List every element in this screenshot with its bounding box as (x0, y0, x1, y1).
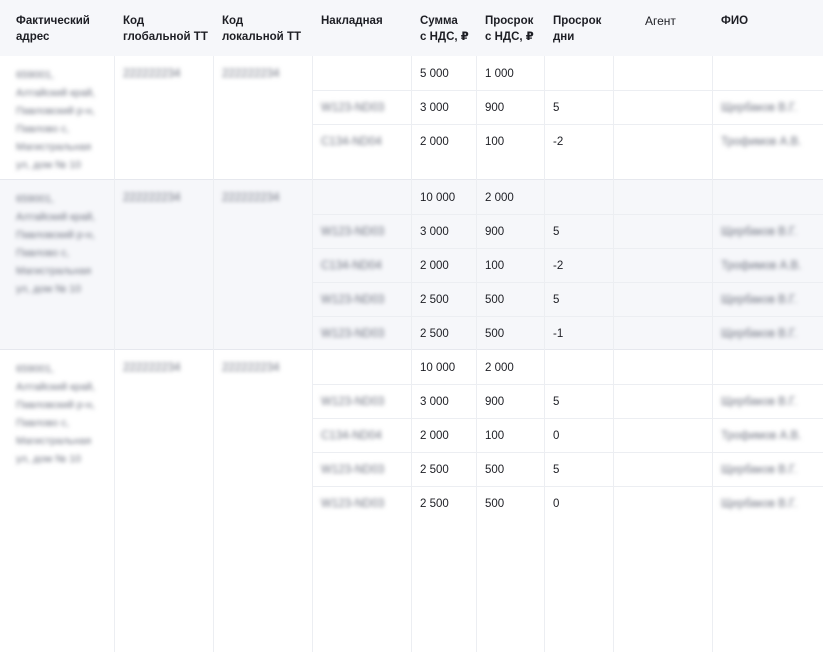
column-header-address[interactable]: Фактический адрес (16, 13, 90, 45)
global-code-cell: 222222234 (123, 362, 181, 374)
overdue-days-cell: 0 (553, 498, 560, 510)
row-divider (313, 418, 823, 419)
column-divider (712, 56, 713, 652)
overdue-cell: 100 (485, 136, 505, 148)
overdue-days-cell: 5 (553, 396, 560, 408)
sum-cell: 2 500 (420, 498, 449, 510)
row-divider (313, 214, 823, 215)
fio-cell: Щербаков В.Г. (721, 294, 798, 306)
column-header-local-code[interactable]: Код локальной ТТ (222, 13, 301, 45)
row-divider (313, 486, 823, 487)
fio-cell: Щербаков В.Г. (721, 464, 798, 476)
row-divider (313, 248, 823, 249)
sum-cell: 3 000 (420, 226, 449, 238)
invoice-cell: W123-ND03 (321, 328, 385, 340)
global-code-cell: 222222234 (123, 68, 181, 80)
overdue-days-cell: 0 (553, 430, 560, 442)
overdue-cell: 2 000 (485, 192, 514, 204)
sum-cell: 2 000 (420, 430, 449, 442)
invoice-cell: W123-ND03 (321, 396, 385, 408)
column-divider (312, 56, 313, 652)
invoice-cell: C134-ND04 (321, 430, 382, 442)
sum-cell: 10 000 (420, 192, 456, 204)
invoice-cell: W123-ND03 (321, 102, 385, 114)
overdue-cell: 100 (485, 260, 505, 272)
column-header-overdue-vat[interactable]: Просрок с НДС, ₽ (485, 13, 534, 45)
column-header-invoice[interactable]: Накладная (321, 13, 383, 29)
fio-cell: Трофимов А.В. (721, 430, 802, 442)
column-header-fio[interactable]: ФИО (721, 13, 748, 29)
column-divider (411, 56, 412, 652)
overdue-days-cell: -2 (553, 260, 564, 272)
overdue-cell: 100 (485, 430, 505, 442)
column-header-sum-vat[interactable]: Сумма с НДС, ₽ (420, 13, 469, 45)
local-code-cell: 222222234 (222, 192, 280, 204)
address-cell: 659001, Алтайский край, Павловский р-н, … (16, 193, 96, 295)
invoice-cell: C134-ND04 (321, 136, 382, 148)
row-divider (313, 90, 823, 91)
overdue-cell: 900 (485, 226, 505, 238)
sum-cell: 2 500 (420, 294, 449, 306)
overdue-table: Фактический адрес Код глобальной ТТ Код ло… (0, 0, 823, 652)
overdue-cell: 500 (485, 498, 505, 510)
overdue-cell: 2 000 (485, 362, 514, 374)
overdue-days-cell: 5 (553, 294, 560, 306)
row-divider (313, 384, 823, 385)
invoice-cell: W123-ND03 (321, 464, 385, 476)
column-header-global-code[interactable]: Код глобальной ТТ (123, 13, 208, 45)
column-divider (476, 56, 477, 652)
invoice-cell: W123-ND03 (321, 498, 385, 510)
global-code-cell: 222222234 (123, 192, 181, 204)
overdue-cell: 500 (485, 464, 505, 476)
fio-cell: Щербаков В.Г. (721, 102, 798, 114)
sum-cell: 2 000 (420, 260, 449, 272)
row-divider (313, 282, 823, 283)
sum-cell: 10 000 (420, 362, 456, 374)
fio-cell: Щербаков В.Г. (721, 498, 798, 510)
column-header-agent[interactable]: Агент (645, 13, 676, 29)
fio-cell: Трофимов А.В. (721, 260, 802, 272)
overdue-cell: 1 000 (485, 68, 514, 80)
overdue-days-cell: 5 (553, 226, 560, 238)
sum-cell: 2 500 (420, 328, 449, 340)
overdue-cell: 500 (485, 328, 505, 340)
overdue-cell: 900 (485, 102, 505, 114)
overdue-cell: 500 (485, 294, 505, 306)
fio-cell: Щербаков В.Г. (721, 328, 798, 340)
fio-cell: Щербаков В.Г. (721, 396, 798, 408)
row-divider (313, 316, 823, 317)
sum-cell: 2 000 (420, 136, 449, 148)
overdue-cell: 900 (485, 396, 505, 408)
local-code-cell: 222222234 (222, 362, 280, 374)
overdue-days-cell: -2 (553, 136, 564, 148)
fio-cell: Щербаков В.Г. (721, 226, 798, 238)
invoice-cell: W123-ND03 (321, 226, 385, 238)
overdue-days-cell: 5 (553, 102, 560, 114)
row-divider (313, 124, 823, 125)
column-divider (114, 56, 115, 652)
row-divider (313, 452, 823, 453)
invoice-cell: C134-ND04 (321, 260, 382, 272)
table-header: Фактический адрес Код глобальной ТТ Код ло… (0, 0, 823, 56)
local-code-cell: 222222234 (222, 68, 280, 80)
column-header-overdue-days[interactable]: Просрок дни (553, 13, 601, 45)
sum-cell: 3 000 (420, 396, 449, 408)
address-cell: 659001, Алтайский край, Павловский р-н, … (16, 69, 96, 171)
address-cell: 659001, Алтайский край, Павловский р-н, … (16, 363, 96, 465)
sum-cell: 3 000 (420, 102, 449, 114)
overdue-days-cell: 5 (553, 464, 560, 476)
sum-cell: 2 500 (420, 464, 449, 476)
column-divider (213, 56, 214, 652)
column-divider (613, 56, 614, 652)
overdue-days-cell: -1 (553, 328, 564, 340)
column-divider (544, 56, 545, 652)
invoice-cell: W123-ND03 (321, 294, 385, 306)
sum-cell: 5 000 (420, 68, 449, 80)
fio-cell: Трофимов А.В. (721, 136, 802, 148)
